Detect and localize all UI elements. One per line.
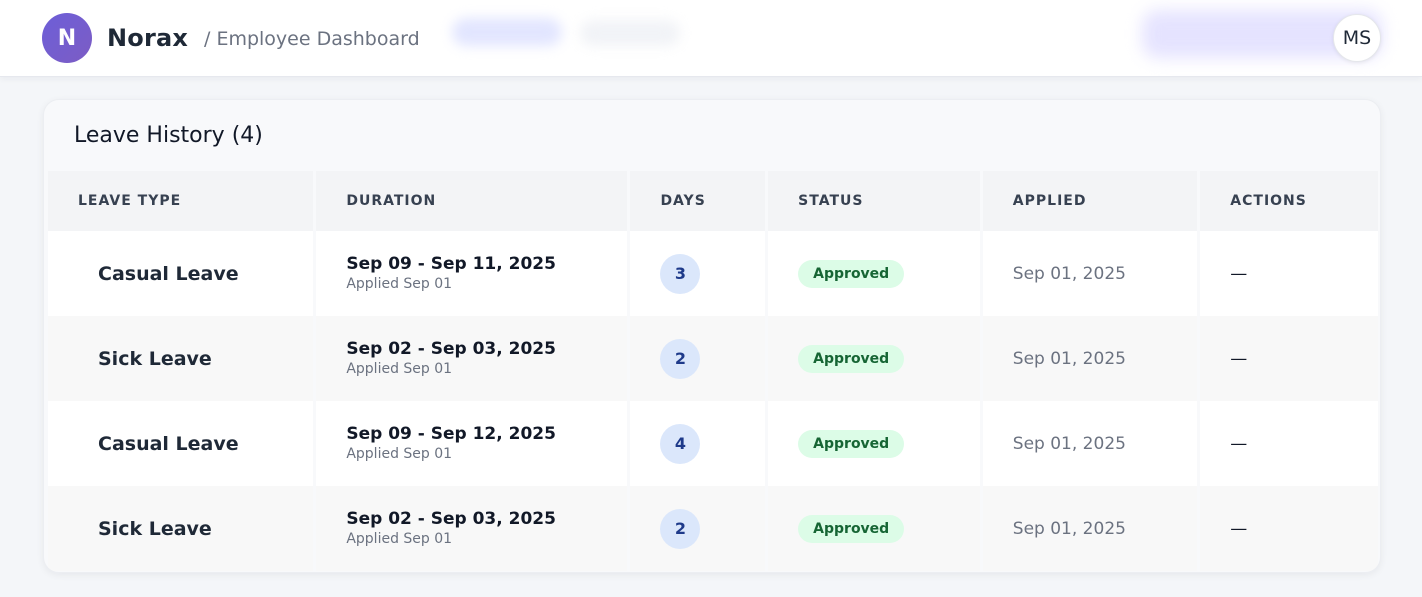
duration-cell: Sep 02 - Sep 03, 2025 Applied Sep 01	[316, 316, 628, 401]
table-header-row: LEAVE TYPE DURATION DAYS STATUS APPLIED …	[48, 171, 1378, 231]
duration-applied-note: Applied Sep 01	[346, 276, 453, 292]
column-header-leave-type: LEAVE TYPE	[48, 171, 314, 231]
table-row: Sick Leave Sep 02 - Sep 03, 2025 Applied…	[48, 316, 1378, 401]
duration-applied-note: Applied Sep 01	[346, 446, 453, 462]
card-title: Leave History (4)	[74, 123, 263, 148]
duration-range: Sep 09 - Sep 12, 2025	[346, 424, 556, 444]
blurred-nav-item	[452, 18, 562, 46]
actions-cell: —	[1200, 231, 1378, 316]
duration-cell: Sep 09 - Sep 11, 2025 Applied Sep 01	[316, 231, 628, 316]
duration-applied-note: Applied Sep 01	[346, 531, 453, 547]
status-cell: Approved	[768, 231, 980, 316]
column-header-status: STATUS	[768, 171, 980, 231]
actions-cell: —	[1200, 486, 1378, 571]
leave-history-table: LEAVE TYPE DURATION DAYS STATUS APPLIED …	[45, 171, 1380, 571]
duration-cell: Sep 09 - Sep 12, 2025 Applied Sep 01	[316, 401, 628, 486]
logo[interactable]: N	[42, 13, 92, 63]
leave-type-cell: Sick Leave	[48, 486, 314, 571]
status-badge: Approved	[798, 514, 905, 543]
column-header-applied: APPLIED	[982, 171, 1198, 231]
applied-date-cell: Sep 01, 2025	[982, 316, 1198, 401]
leave-type-cell: Sick Leave	[48, 316, 314, 401]
column-header-days: DAYS	[630, 171, 766, 231]
days-badge: 2	[660, 508, 701, 549]
status-cell: Approved	[768, 486, 980, 571]
status-cell: Approved	[768, 316, 980, 401]
actions-cell: —	[1200, 401, 1378, 486]
status-badge: Approved	[798, 259, 905, 288]
days-cell: 3	[630, 231, 766, 316]
user-avatar[interactable]: MS	[1333, 14, 1381, 62]
applied-date-cell: Sep 01, 2025	[982, 401, 1198, 486]
status-badge: Approved	[798, 429, 905, 458]
top-bar: N Norax / Employee Dashboard MS	[0, 0, 1422, 77]
days-cell: 2	[630, 316, 766, 401]
duration-range: Sep 09 - Sep 11, 2025	[346, 254, 556, 274]
table-row: Casual Leave Sep 09 - Sep 12, 2025 Appli…	[48, 401, 1378, 486]
days-badge: 3	[660, 253, 701, 294]
applied-date-cell: Sep 01, 2025	[982, 231, 1198, 316]
leave-history-card: Leave History (4) LEAVE TYPE DURATION DA…	[43, 99, 1381, 573]
days-badge: 2	[660, 338, 701, 379]
days-badge: 4	[660, 423, 701, 464]
blurred-nav-item	[580, 20, 680, 46]
table-row: Sick Leave Sep 02 - Sep 03, 2025 Applied…	[48, 486, 1378, 571]
status-badge: Approved	[798, 344, 905, 373]
applied-date-cell: Sep 01, 2025	[982, 486, 1198, 571]
days-cell: 4	[630, 401, 766, 486]
duration-cell: Sep 02 - Sep 03, 2025 Applied Sep 01	[316, 486, 628, 571]
duration-range: Sep 02 - Sep 03, 2025	[346, 339, 556, 359]
status-cell: Approved	[768, 401, 980, 486]
brand-name: Norax	[107, 24, 189, 52]
leave-type-cell: Casual Leave	[48, 401, 314, 486]
duration-range: Sep 02 - Sep 03, 2025	[346, 509, 556, 529]
column-header-actions: ACTIONS	[1200, 171, 1378, 231]
actions-cell: —	[1200, 316, 1378, 401]
table-row: Casual Leave Sep 09 - Sep 11, 2025 Appli…	[48, 231, 1378, 316]
days-cell: 2	[630, 486, 766, 571]
column-header-duration: DURATION	[316, 171, 628, 231]
duration-applied-note: Applied Sep 01	[346, 361, 453, 377]
breadcrumb: / Employee Dashboard	[204, 28, 420, 50]
leave-type-cell: Casual Leave	[48, 231, 314, 316]
